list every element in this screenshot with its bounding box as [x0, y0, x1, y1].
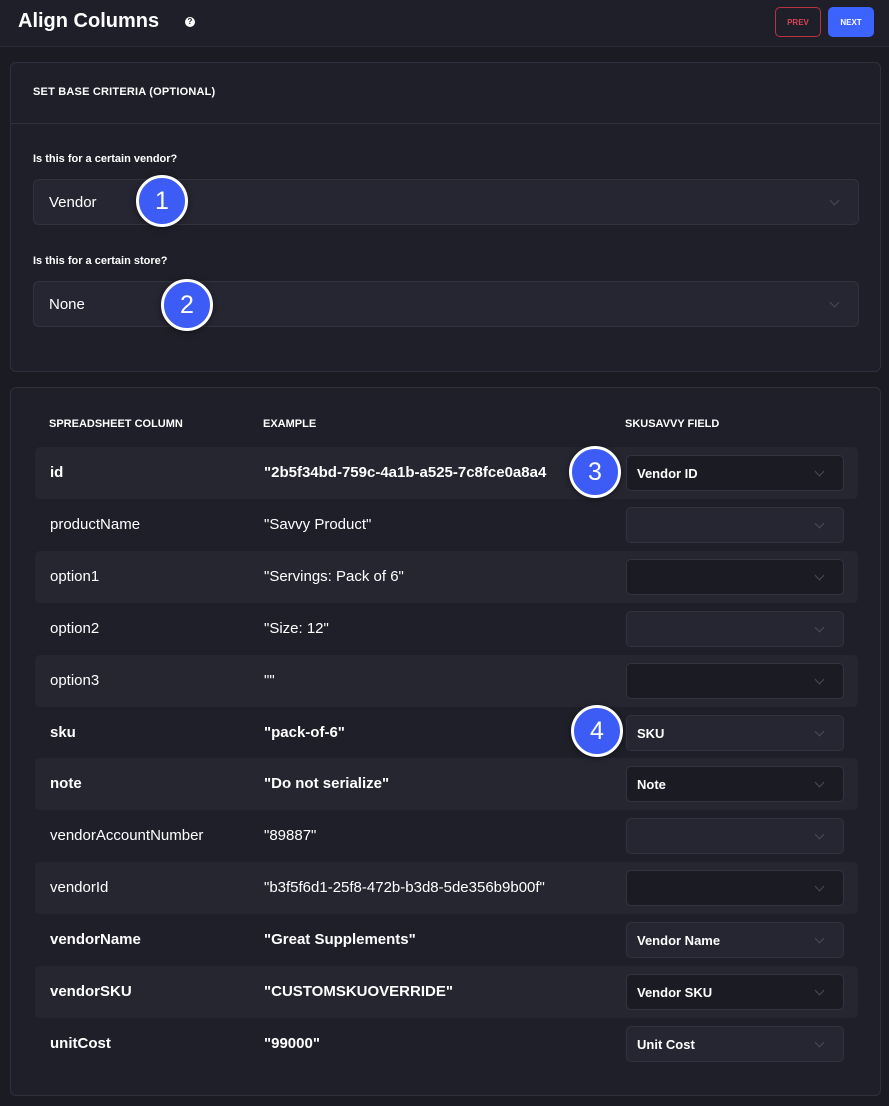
- skusavvy-field-select[interactable]: Unit Cost: [626, 1025, 844, 1062]
- store-select[interactable]: None: [33, 281, 859, 327]
- table-row: vendorId "b3f5f6d1-25f8-472b-b3d8-5de356b…: [35, 862, 858, 915]
- page-title: Align Columns: [18, 10, 160, 32]
- table-row: note "Do not serialize" Note: [35, 758, 858, 811]
- skusavvy-field-select[interactable]: [626, 662, 844, 699]
- skusavvy-field-select[interactable]: Vendor Name: [626, 922, 844, 959]
- example-cell: "b3f5f6d1-25f8-472b-b3d8-5de356b9b00f": [264, 879, 545, 897]
- chevron-down-icon: [829, 195, 840, 206]
- chevron-down-icon: [814, 622, 825, 633]
- skusavvy-field-select[interactable]: [626, 870, 844, 907]
- top-bar: Align Columns ? PREV NEXT: [0, 0, 889, 47]
- chevron-down-icon: [814, 777, 825, 788]
- skusavvy-field-select[interactable]: [626, 558, 844, 595]
- table-row: productName "Savvy Product": [35, 499, 858, 551]
- next-button[interactable]: NEXT: [828, 7, 874, 37]
- step-badge-1: 1: [136, 175, 188, 227]
- example-cell: "Servings: Pack of 6": [264, 567, 404, 585]
- skusavvy-field-value: Vendor ID: [637, 466, 698, 481]
- spreadsheet-column-cell: unitCost: [50, 1034, 111, 1052]
- skusavvy-field-value: SKU: [637, 725, 665, 741]
- chevron-down-icon: [814, 674, 825, 685]
- skusavvy-field-value: Vendor SKU: [637, 985, 713, 1000]
- chevron-down-icon: [814, 1037, 825, 1048]
- header-skusavvy-field: SKUSAVVY FIELD: [625, 418, 720, 430]
- vendor-label: Is this for a certain vendor?: [33, 153, 178, 165]
- base-criteria-heading: SET BASE CRITERIA (OPTIONAL): [33, 86, 216, 98]
- prev-button[interactable]: PREV: [775, 7, 821, 37]
- spreadsheet-column-cell: option2: [50, 619, 100, 637]
- example-cell: "99000": [264, 1034, 320, 1052]
- help-icon[interactable]: ?: [185, 17, 195, 27]
- skusavvy-field-value: Note: [637, 777, 666, 793]
- spreadsheet-column-cell: option1: [50, 567, 100, 585]
- table-row: vendorAccountNumber "89887": [35, 810, 858, 862]
- skusavvy-field-select[interactable]: Vendor SKU: [626, 974, 844, 1010]
- header-spreadsheet-column: SPREADSHEET COLUMN: [49, 418, 183, 430]
- table-row: vendorSKU "CUSTOMSKUOVERRIDE" Vendor SKU: [35, 966, 858, 1018]
- spreadsheet-column-cell: note: [50, 775, 82, 793]
- skusavvy-field-select[interactable]: SKU: [626, 714, 844, 751]
- spreadsheet-column-cell: id: [50, 464, 64, 481]
- skusavvy-field-select[interactable]: Note: [626, 766, 844, 803]
- chevron-down-icon: [814, 518, 825, 529]
- chevron-down-icon: [814, 726, 825, 736]
- step-badge-4: 4: [571, 705, 623, 757]
- chevron-down-icon: [814, 466, 825, 477]
- spreadsheet-column-cell: vendorName: [50, 931, 141, 949]
- step-badge-3: 3: [569, 446, 621, 498]
- spreadsheet-column-cell: productName: [50, 515, 141, 533]
- table-row: option3 "": [35, 654, 858, 707]
- divider: [11, 123, 880, 124]
- example-cell: "CUSTOMSKUOVERRIDE": [264, 983, 453, 1000]
- skusavvy-field-value: Unit Cost: [637, 1036, 695, 1052]
- table-row: vendorName "Great Supplements" Vendor Name: [35, 914, 858, 966]
- example-cell: "89887": [264, 827, 317, 845]
- store-label: Is this for a certain store?: [33, 255, 168, 267]
- table-row: sku "pack-of-6" SKU: [35, 707, 858, 759]
- chevron-down-icon: [814, 829, 825, 840]
- chevron-down-icon: [814, 570, 825, 581]
- chevron-down-icon: [814, 881, 825, 892]
- table-row: option2 "Size: 12": [35, 603, 858, 655]
- spreadsheet-column-cell: option3: [50, 671, 100, 689]
- store-select-value: None: [49, 296, 85, 313]
- table-row: option1 "Servings: Pack of 6": [35, 550, 858, 603]
- spreadsheet-column-cell: vendorAccountNumber: [50, 827, 204, 845]
- skusavvy-field-select[interactable]: [626, 818, 844, 855]
- table-row: unitCost "99000" Unit Cost: [35, 1018, 858, 1070]
- example-cell: "Savvy Product": [264, 515, 372, 533]
- spreadsheet-column-cell: vendorSKU: [50, 983, 132, 1000]
- spreadsheet-column-cell: sku: [50, 723, 76, 741]
- example-cell: "": [264, 671, 275, 689]
- table-row: id "2b5f34bd-759c-4a1b-a525-7c8fce0a8a4 Ve…: [35, 447, 858, 499]
- chevron-down-icon: [829, 297, 840, 308]
- skusavvy-field-select[interactable]: [626, 610, 844, 647]
- spreadsheet-column-cell: vendorId: [50, 879, 109, 897]
- example-cell: "Do not serialize": [264, 775, 390, 793]
- chevron-down-icon: [814, 933, 825, 944]
- example-cell: "Great Supplements": [264, 931, 416, 949]
- example-cell: "2b5f34bd-759c-4a1b-a525-7c8fce0a8a4: [264, 464, 547, 481]
- example-cell: "Size: 12": [264, 619, 329, 637]
- column-mapping-panel: SPREADSHEET COLUMN EXAMPLE SKUSAVVY FIEL…: [10, 387, 881, 1096]
- skusavvy-field-select[interactable]: [626, 506, 844, 543]
- skusavvy-field-value: Vendor Name: [637, 933, 721, 949]
- example-cell: "pack-of-6": [264, 723, 345, 741]
- vendor-select-value: Vendor: [49, 194, 97, 211]
- step-badge-2: 2: [161, 279, 213, 331]
- skusavvy-field-select[interactable]: Vendor ID: [626, 455, 844, 491]
- header-example: EXAMPLE: [263, 418, 317, 430]
- chevron-down-icon: [814, 985, 825, 996]
